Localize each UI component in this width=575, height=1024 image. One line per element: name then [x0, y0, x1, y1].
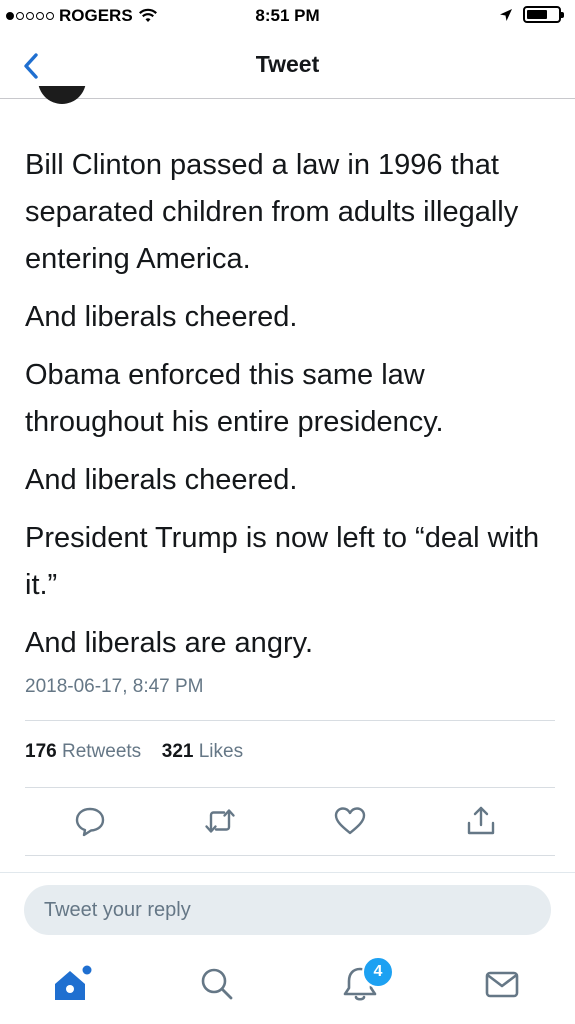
tab-bar [0, 952, 575, 1024]
like-icon[interactable] [332, 803, 368, 839]
status-time: 8:51 PM [255, 6, 320, 25]
tweet-paragraph: Bill Clinton passed a law in 1996 that s… [25, 149, 519, 275]
messages-icon[interactable] [480, 962, 524, 1006]
tweet-paragraph: And liberals cheered. [25, 464, 298, 496]
tweet-paragraph: And liberals cheered. [25, 301, 298, 333]
battery-icon [523, 6, 564, 23]
likes-count[interactable]: 321 [162, 741, 194, 762]
tweet-text: Bill Clinton passed a law in 1996 that s… [25, 142, 555, 678]
divider [0, 872, 575, 873]
tweet-paragraph: And liberals are angry. [25, 627, 314, 659]
page-title: Tweet [255, 51, 320, 77]
status-bar: ROGERS 8:51 PM [0, 0, 575, 34]
tweet-timestamp: 2018-06-17, 8:47 PM [25, 676, 204, 697]
location-arrow-icon [500, 8, 512, 21]
divider [25, 855, 555, 856]
avatar[interactable] [38, 86, 86, 104]
tweet-actions [0, 803, 575, 845]
tweet-paragraph: President Trump is now left to “deal wit… [25, 522, 540, 601]
retweet-icon[interactable] [202, 803, 238, 839]
reply-icon[interactable] [72, 803, 108, 839]
divider [25, 787, 555, 788]
status-right-group [499, 6, 564, 23]
likes-label[interactable]: Likes [199, 741, 243, 762]
retweets-label[interactable]: Retweets [62, 741, 141, 762]
tweet-paragraph: Obama enforced this same law throughout … [25, 359, 444, 438]
search-icon[interactable] [194, 962, 238, 1006]
reply-input[interactable]: Tweet your reply [24, 885, 551, 935]
home-icon[interactable] [48, 962, 92, 1006]
engagement-stats: 176 Retweets 321 Likes [25, 741, 243, 763]
notifications-badge: 4 [362, 956, 394, 988]
navigation-bar: Tweet [0, 34, 575, 99]
share-icon[interactable] [463, 803, 499, 839]
retweets-count[interactable]: 176 [25, 741, 57, 762]
divider [25, 720, 555, 721]
